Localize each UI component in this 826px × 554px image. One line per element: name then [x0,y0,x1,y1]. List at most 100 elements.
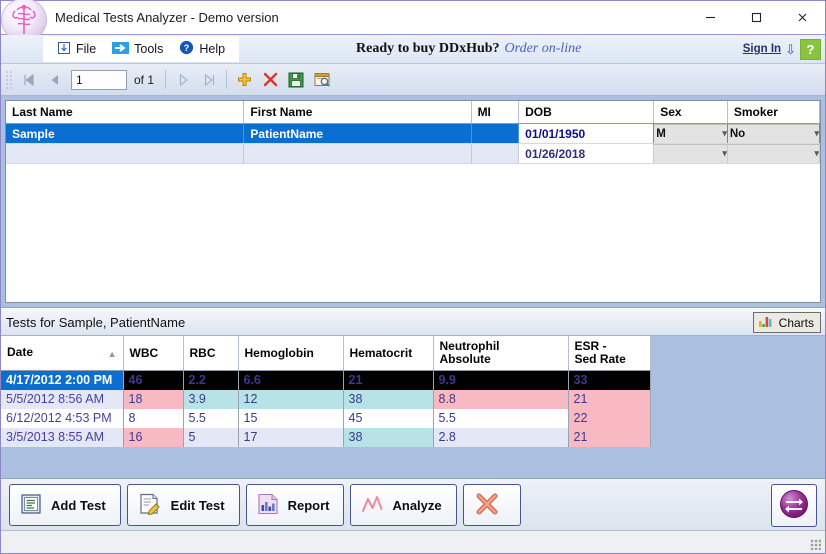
patient-grid-container[interactable]: Last Name First Name MI DOB Sex Smoker S… [5,100,821,303]
cell-smoker[interactable]: ▾ [727,143,820,164]
next-record-button[interactable] [171,68,195,91]
cell-esr-sed-rate[interactable]: 33 [568,370,651,390]
cell-last-name[interactable] [6,143,245,164]
cell-date[interactable]: 4/17/2012 2:00 PM [1,370,124,390]
resize-grip[interactable] [810,539,821,550]
cell-date[interactable]: 3/5/2013 8:55 AM [1,427,124,447]
cell-sex[interactable]: M ▾ [653,123,728,144]
cell-esr-sed-rate[interactable]: 22 [568,408,651,428]
cell-mi[interactable] [471,143,520,164]
cell-mi[interactable] [471,123,520,144]
cell-wbc[interactable]: 18 [123,389,184,409]
column-header-date[interactable]: Date ▲ [1,336,124,371]
table-row[interactable]: 3/5/2013 8:55 AM 16 5 17 38 2.8 21 [1,427,651,447]
table-row[interactable]: 6/12/2012 4:53 PM 8 5.5 15 45 5.5 22 [1,408,651,428]
column-header-first-name[interactable]: First Name [243,101,472,124]
svg-text:?: ? [184,43,190,53]
table-row[interactable]: 01/26/2018 ▾ ▾ [6,143,820,164]
cell-hematocrit[interactable]: 21 [343,370,434,390]
action-button-bar: Add Test Edit Test Report Analyze [1,478,825,531]
cell-date[interactable]: 6/12/2012 4:53 PM [1,408,124,428]
green-floppy-save-icon[interactable] [284,68,308,91]
cell-last-name[interactable]: Sample [6,123,245,144]
column-header-sex[interactable]: Sex [653,101,728,124]
cell-neutrophil-absolute[interactable]: 9.9 [433,370,569,390]
minimize-button[interactable] [687,1,733,33]
column-header-hemoglobin[interactable]: Hemoglobin [238,336,344,371]
toolbar-drag-handle[interactable] [5,69,12,90]
column-header-esr-sed-rate[interactable]: ESR - Sed Rate [568,336,651,371]
column-header-last-name[interactable]: Last Name [6,101,245,124]
table-row[interactable]: 4/17/2012 2:00 PM 46 2.2 6.6 21 9.9 33 [1,370,651,390]
order-online-link[interactable]: Order on-line [505,41,582,57]
cell-hemoglobin[interactable]: 6.6 [238,370,344,390]
cell-hemoglobin[interactable]: 12 [238,389,344,409]
smoker-dropdown[interactable]: No ▾ [727,123,819,143]
delete-test-button[interactable] [462,484,521,526]
cell-neutrophil-absolute[interactable]: 8.8 [433,389,569,409]
print-preview-icon[interactable] [310,68,334,91]
add-test-icon [20,493,42,518]
previous-record-button[interactable] [42,68,66,91]
cell-rbc[interactable]: 5 [183,427,239,447]
edit-test-button[interactable]: Edit Test [126,484,240,526]
cell-wbc[interactable]: 8 [123,408,184,428]
cell-esr-sed-rate[interactable]: 21 [568,427,651,447]
cell-hemoglobin[interactable]: 15 [238,408,344,428]
cell-dob[interactable]: 01/01/1950 [518,123,655,144]
cell-neutrophil-absolute[interactable]: 2.8 [433,427,569,447]
menu-item-help[interactable]: ? Help [171,36,233,62]
cell-rbc[interactable]: 3.9 [183,389,239,409]
help-button[interactable]: ? [800,38,821,60]
cell-esr-sed-rate[interactable]: 21 [568,389,651,409]
cell-rbc[interactable]: 5.5 [183,408,239,428]
cell-wbc[interactable]: 16 [123,427,184,447]
column-header-wbc[interactable]: WBC [123,336,184,371]
cell-smoker[interactable]: No ▾ [727,123,820,144]
cell-hemoglobin[interactable]: 17 [238,427,344,447]
cell-dob[interactable]: 01/26/2018 [518,143,655,164]
cell-date[interactable]: 5/5/2012 8:56 AM [1,389,124,409]
cell-first-name[interactable]: PatientName [243,123,472,144]
charts-button[interactable]: Charts [752,312,821,333]
bar-chart-icon [758,315,774,331]
cell-hematocrit[interactable]: 38 [343,389,434,409]
current-page-input[interactable]: 1 [71,69,127,90]
report-button[interactable]: Report [245,484,345,526]
table-row[interactable]: Sample PatientName 01/01/1950 M ▾ No ▾ [6,123,820,144]
add-test-button[interactable]: Add Test [9,484,121,526]
red-x-icon[interactable] [258,68,282,91]
column-header-smoker[interactable]: Smoker [727,101,820,124]
last-record-button[interactable] [197,68,221,91]
cell-neutrophil-absolute[interactable]: 5.5 [433,408,569,428]
cell-first-name[interactable] [243,143,472,164]
maximize-button[interactable] [733,1,779,33]
close-button[interactable] [779,1,825,33]
esr-line-2: Sed Rate [574,352,626,366]
sign-in-link[interactable]: Sign In [743,43,781,55]
sex-dropdown[interactable]: ▾ [653,143,727,163]
cell-rbc[interactable]: 2.2 [183,370,239,390]
menu-item-tools[interactable]: Tools [104,36,171,62]
cell-hematocrit[interactable]: 45 [343,408,434,428]
edit-test-icon [138,493,162,518]
sex-value: M [656,127,666,140]
first-record-button[interactable] [16,68,40,91]
column-header-neutrophil-absolute[interactable]: Neutrophil Absolute [433,336,569,371]
cell-sex[interactable]: ▾ [653,143,728,164]
sex-dropdown[interactable]: M ▾ [653,123,727,143]
swap-view-button[interactable] [771,484,817,527]
table-row[interactable]: 5/5/2012 8:56 AM 18 3.9 12 38 8.8 21 [1,389,651,409]
toolbar-separator [165,70,167,89]
column-header-rbc[interactable]: RBC [183,336,239,371]
column-header-mi[interactable]: MI [471,101,520,124]
column-header-dob[interactable]: DOB [518,101,655,124]
smoker-dropdown[interactable]: ▾ [727,143,819,163]
yellow-plus-icon[interactable] [232,68,256,91]
download-arrow-icon[interactable]: ⇩ [785,43,796,56]
column-header-hematocrit[interactable]: Hematocrit [343,336,434,371]
menu-item-file[interactable]: File [49,36,104,62]
analyze-button[interactable]: Analyze [350,484,457,526]
cell-hematocrit[interactable]: 38 [343,427,434,447]
cell-wbc[interactable]: 46 [123,370,184,390]
